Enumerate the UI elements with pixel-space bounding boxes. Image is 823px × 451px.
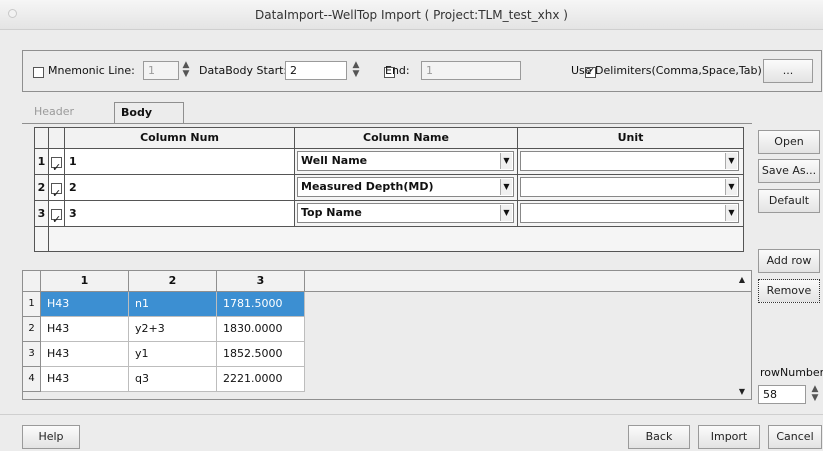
dropdown-arrow-icon[interactable]: ▼ bbox=[725, 205, 737, 221]
column-num-cell[interactable]: 1 bbox=[65, 149, 295, 175]
dropdown-arrow-icon[interactable]: ▼ bbox=[725, 153, 737, 169]
scroll-down-icon[interactable]: ▼ bbox=[736, 386, 748, 398]
data-cell[interactable]: H43 bbox=[41, 342, 129, 367]
data-cell[interactable]: 2221.0000 bbox=[217, 367, 305, 392]
unit-cell: ▼ bbox=[518, 201, 743, 227]
check-column-header bbox=[49, 128, 65, 149]
column-mapping-grid: Column Num Column Name Unit 1 1 Well Nam… bbox=[34, 127, 744, 252]
unit-select[interactable]: ▼ bbox=[520, 151, 739, 171]
data-cell[interactable]: q3 bbox=[129, 367, 217, 392]
data-preview-grid: 1 2 3 1 H43 n1 1781.5000 2 H43 y2+3 1830… bbox=[22, 270, 752, 400]
data-row-number[interactable]: 1 bbox=[23, 292, 41, 317]
end-input[interactable]: 1 bbox=[421, 61, 521, 80]
data-row-number[interactable]: 2 bbox=[23, 317, 41, 342]
data-column-header[interactable]: 3 bbox=[217, 271, 305, 292]
end-label: End: bbox=[385, 64, 410, 77]
mapping-row-index: 3 bbox=[35, 201, 49, 227]
unit-cell: ▼ bbox=[518, 175, 743, 201]
column-name-header: Column Name bbox=[295, 128, 518, 149]
tab-body-item[interactable]: Body Item bbox=[114, 102, 184, 139]
save-as-button[interactable]: Save As... bbox=[758, 159, 820, 183]
data-cell[interactable]: 1852.5000 bbox=[217, 342, 305, 367]
remove-button[interactable]: Remove bbox=[758, 279, 820, 303]
data-cell[interactable]: H43 bbox=[41, 317, 129, 342]
dropdown-arrow-icon[interactable]: ▼ bbox=[500, 205, 512, 221]
dropdown-arrow-icon[interactable]: ▼ bbox=[725, 179, 737, 195]
data-row-number[interactable]: 4 bbox=[23, 367, 41, 392]
mapping-row-checkbox[interactable] bbox=[51, 155, 62, 180]
footer-separator bbox=[0, 414, 823, 415]
data-cell[interactable]: y1 bbox=[129, 342, 217, 367]
data-grid-scrollbar[interactable]: ▲ ▼ bbox=[736, 272, 748, 402]
unit-select[interactable]: ▼ bbox=[520, 177, 739, 197]
mapping-row-index: 1 bbox=[35, 149, 49, 175]
data-column-header[interactable]: 1 bbox=[41, 271, 129, 292]
row-number-spinner[interactable]: ▲ ▼ bbox=[808, 385, 822, 404]
row-number-input[interactable]: 58 bbox=[758, 385, 806, 404]
column-name-cell: Top Name ▼ bbox=[295, 201, 518, 227]
column-name-select[interactable]: Well Name ▼ bbox=[297, 151, 514, 171]
databody-start-label: DataBody Start: bbox=[199, 64, 288, 77]
column-name-value: Well Name bbox=[301, 154, 368, 167]
column-num-header: Column Num bbox=[65, 128, 295, 149]
unit-header: Unit bbox=[518, 128, 743, 149]
use-delimiters-label: Use Delimiters(Comma,Space,Tab) bbox=[571, 64, 762, 77]
column-name-value: Measured Depth(MD) bbox=[301, 180, 434, 193]
column-name-select[interactable]: Top Name ▼ bbox=[297, 203, 514, 223]
corner-header bbox=[23, 271, 41, 292]
mnemonic-line-label: Mnemonic Line: bbox=[48, 64, 135, 77]
open-button[interactable]: Open bbox=[758, 130, 820, 154]
mapping-row-check-cell bbox=[49, 149, 65, 180]
column-num-cell[interactable]: 3 bbox=[65, 201, 295, 227]
help-button[interactable]: Help bbox=[22, 425, 80, 449]
dropdown-arrow-icon[interactable]: ▼ bbox=[500, 179, 512, 195]
unit-select[interactable]: ▼ bbox=[520, 203, 739, 223]
data-cell[interactable]: H43 bbox=[41, 367, 129, 392]
databody-start-input[interactable]: 2 bbox=[285, 61, 347, 80]
row-number-label: rowNumber: bbox=[760, 366, 823, 379]
column-name-cell: Measured Depth(MD) ▼ bbox=[295, 175, 518, 201]
data-cell[interactable]: y2+3 bbox=[129, 317, 217, 342]
back-button[interactable]: Back bbox=[628, 425, 690, 449]
column-name-value: Top Name bbox=[301, 206, 362, 219]
mapping-row-checkbox[interactable] bbox=[51, 181, 62, 206]
column-name-cell: Well Name ▼ bbox=[295, 149, 518, 175]
unit-cell: ▼ bbox=[518, 149, 743, 175]
dropdown-arrow-icon[interactable]: ▼ bbox=[500, 153, 512, 169]
mapping-row-checkbox[interactable] bbox=[51, 207, 62, 232]
mnemonic-line-checkbox[interactable] bbox=[33, 66, 44, 78]
cancel-button[interactable]: Cancel bbox=[768, 425, 822, 449]
window-title: DataImport--WellTop Import ( Project:TLM… bbox=[255, 8, 568, 22]
data-cell[interactable]: n1 bbox=[129, 292, 217, 317]
empty-row-header bbox=[35, 227, 49, 251]
empty-header bbox=[305, 271, 751, 292]
data-cell[interactable]: 1781.5000 bbox=[217, 292, 305, 317]
databody-start-spinner[interactable]: ▲ ▼ bbox=[349, 61, 363, 80]
data-row-number[interactable]: 3 bbox=[23, 342, 41, 367]
corner-header bbox=[35, 128, 49, 149]
mapping-row-index: 2 bbox=[35, 175, 49, 201]
data-cell[interactable]: H43 bbox=[41, 292, 129, 317]
scroll-up-icon[interactable]: ▲ bbox=[736, 274, 748, 286]
options-group: Mnemonic Line: 1 ▲ ▼ DataBody Start: 2 ▲ ▼… bbox=[22, 50, 822, 92]
add-row-button[interactable]: Add row bbox=[758, 249, 820, 273]
mapping-row-check-cell bbox=[49, 175, 65, 206]
mnemonic-line-spinner[interactable]: ▲ ▼ bbox=[179, 61, 193, 80]
data-column-header[interactable]: 2 bbox=[129, 271, 217, 292]
tab-header-item[interactable]: Header Item bbox=[28, 102, 108, 138]
column-name-select[interactable]: Measured Depth(MD) ▼ bbox=[297, 177, 514, 197]
mnemonic-line-input[interactable]: 1 bbox=[143, 61, 179, 80]
title-bar: DataImport--WellTop Import ( Project:TLM… bbox=[0, 0, 823, 30]
default-button[interactable]: Default bbox=[758, 189, 820, 213]
column-num-cell[interactable]: 2 bbox=[65, 175, 295, 201]
browse-button[interactable]: ... bbox=[763, 59, 813, 83]
import-button[interactable]: Import bbox=[698, 425, 760, 449]
data-cell[interactable]: 1830.0000 bbox=[217, 317, 305, 342]
mapping-row-check-cell bbox=[49, 201, 65, 232]
